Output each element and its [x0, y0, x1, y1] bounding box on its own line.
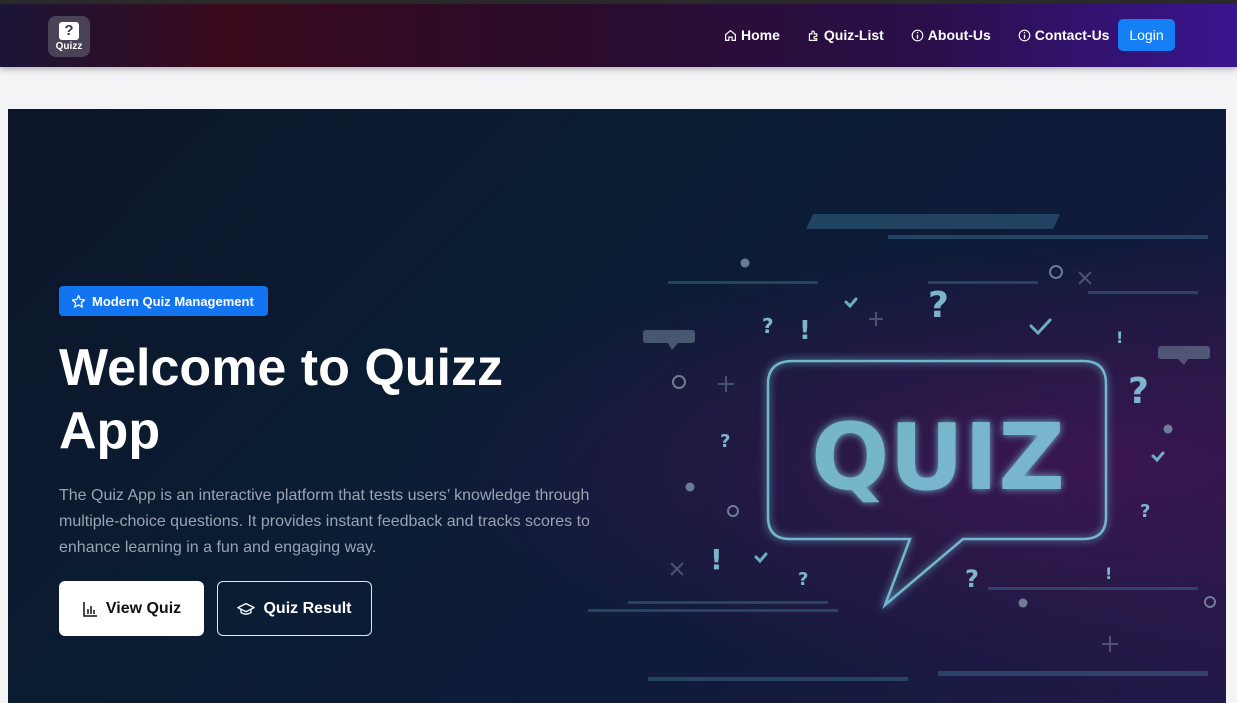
svg-text:?: ? [1140, 501, 1150, 522]
bar-chart-icon [83, 601, 97, 617]
svg-text:!: ! [1116, 328, 1123, 347]
logo[interactable]: ? Quizz [48, 16, 90, 57]
quiz-art-text: QUIZ [811, 404, 1065, 511]
question-mark-icon: ? [59, 21, 79, 40]
navbar: ? Quizz Home Quiz-List About-Us Contact-… [0, 4, 1237, 67]
puzzle-icon [808, 30, 818, 41]
graduation-cap-icon [237, 602, 256, 615]
hero-badge-text: Modern Quiz Management [92, 293, 254, 309]
login-button[interactable]: Login [1118, 19, 1175, 51]
svg-text:?: ? [928, 285, 949, 326]
logo-text: Quizz [55, 40, 83, 52]
svg-text:?: ? [762, 314, 774, 338]
view-quiz-button[interactable]: View Quiz [59, 581, 204, 636]
svg-text:?: ? [965, 565, 979, 593]
nav-link-label: Contact-Us [1034, 27, 1110, 43]
hero-section: QUIZ ? ? ! ? ? ? ! ? ? ! ! Modern Quiz M… [8, 109, 1226, 703]
nav-link-quiz-list[interactable]: Quiz-List [807, 27, 884, 43]
svg-text:!: ! [799, 316, 811, 346]
hero-badge: Modern Quiz Management [59, 286, 268, 316]
quiz-result-button[interactable]: Quiz Result [217, 581, 372, 636]
nav-link-contact-us[interactable]: Contact-Us [1018, 27, 1110, 43]
nav-link-label: About-Us [927, 27, 991, 43]
quiz-result-label: Quiz Result [263, 599, 352, 617]
svg-text:!: ! [1105, 564, 1112, 583]
star-icon [71, 294, 86, 308]
svg-text:?: ? [1128, 371, 1149, 412]
nav-link-home[interactable]: Home [724, 27, 780, 43]
svg-text:?: ? [798, 569, 808, 590]
svg-text:!: ! [710, 543, 723, 576]
nav-link-label: Home [741, 27, 780, 43]
nav-link-about-us[interactable]: About-Us [911, 27, 991, 43]
nav-links: Home Quiz-List About-Us Contact-Us [724, 19, 1136, 51]
hero-description: The Quiz App is an interactive platform … [59, 487, 590, 556]
info-icon [911, 29, 924, 41]
nav-link-label: Quiz-List [823, 27, 884, 43]
hero-title: Welcome to Quizz App [59, 339, 503, 460]
view-quiz-label: View Quiz [105, 599, 182, 617]
info-icon [1018, 29, 1031, 41]
home-icon [725, 29, 736, 41]
svg-text:?: ? [720, 431, 730, 452]
